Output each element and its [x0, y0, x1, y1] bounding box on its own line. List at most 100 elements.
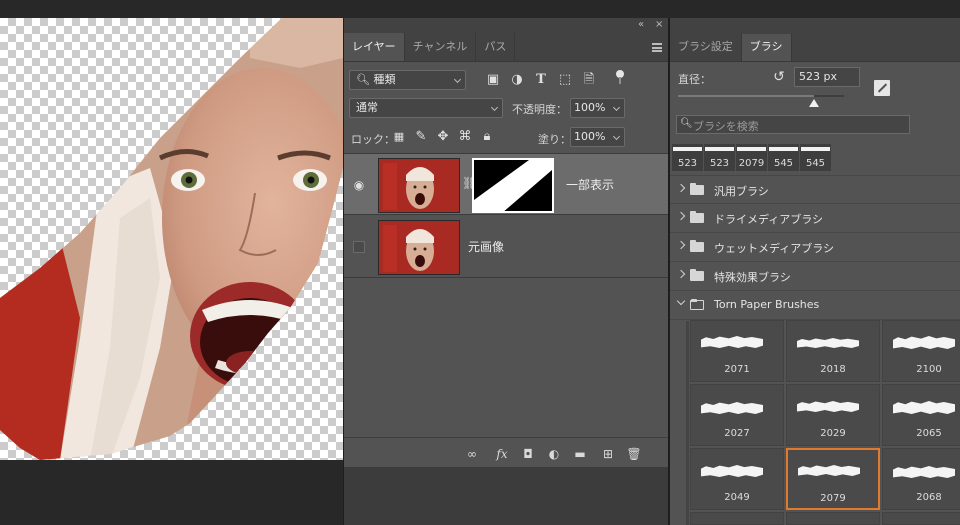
filter-toggle-icon[interactable] [616, 70, 624, 84]
brush-tab-row: ブラシ設定 ブラシ [670, 33, 960, 62]
brush-group-general[interactable]: 汎用ブラシ [670, 175, 960, 204]
application-top-bar [0, 0, 960, 18]
brush-preset-2100[interactable]: 2100 [882, 320, 960, 382]
brush-preset-2065[interactable]: 2065 [882, 384, 960, 446]
trash-icon[interactable]: 🗑︎ [626, 446, 642, 462]
document-canvas[interactable] [0, 18, 343, 460]
brush-preset-2027[interactable]: 2027 [690, 384, 784, 446]
brush-preset-2079[interactable]: 2079 [786, 448, 880, 510]
brush-preset-number: 2100 [916, 364, 942, 375]
smart-object-filter-icon[interactable]: 🗎 [582, 73, 596, 87]
adjustment-layer-filter-icon[interactable]: ◑ [510, 73, 524, 87]
brush-group-wet-media[interactable]: ウェットメディアブラシ [670, 233, 960, 262]
brush-preset-2049[interactable]: 2049 [690, 448, 784, 510]
brush-preset-number: 2071 [724, 364, 750, 375]
mask-link-chain-icon[interactable]: ⛓︎ [462, 176, 477, 192]
collapse-panels-icon[interactable]: « [638, 19, 644, 30]
layer-thumbnail[interactable] [378, 158, 460, 213]
chevron-right-icon[interactable] [676, 211, 686, 221]
brush-preset-2068[interactable]: 2068 [882, 448, 960, 510]
brush-group-dry-media[interactable]: ドライメディアブラシ [670, 204, 960, 233]
layer-name[interactable]: 一部表示 [566, 176, 614, 193]
brush-preset-number: 2027 [724, 428, 750, 439]
add-mask-icon[interactable]: ◘ [520, 446, 536, 462]
chevron-down-icon[interactable] [612, 132, 621, 141]
size-slider-fill [678, 95, 814, 97]
chevron-down-icon[interactable] [676, 296, 686, 306]
brush-preset-number: 2079 [820, 493, 846, 504]
recent-brush[interactable]: 523 [704, 144, 735, 171]
pixel-layer-filter-icon[interactable]: ▣ [486, 73, 500, 87]
size-value: 523 px [799, 70, 837, 83]
recent-brush[interactable]: 545 [800, 144, 831, 171]
lock-transparency-icon[interactable]: ▦ [392, 130, 406, 144]
recent-brush[interactable]: 523 [672, 144, 703, 171]
search-icon: 🔍︎ [680, 118, 693, 129]
brush-preset-2029[interactable]: 2029 [786, 384, 880, 446]
brush-preset-partial[interactable] [882, 512, 960, 525]
brush-preset-2071[interactable]: 2071 [690, 320, 784, 382]
layer-mask-thumbnail[interactable] [472, 158, 554, 213]
fx-icon[interactable]: fx [494, 446, 510, 462]
folder-icon [690, 183, 704, 195]
lock-position-icon[interactable]: ✥ [436, 130, 450, 144]
folder-icon [690, 240, 704, 252]
type-layer-filter-icon[interactable]: T [534, 73, 548, 87]
brush-preset-partial[interactable] [786, 512, 880, 525]
brush-tip-preview [798, 465, 860, 476]
tab-layers[interactable]: レイヤー [344, 33, 405, 61]
chevron-right-icon[interactable] [676, 269, 686, 279]
adjustment-layer-icon[interactable]: ◐ [546, 446, 562, 462]
blend-mode-dropdown[interactable]: 通常 [349, 98, 503, 118]
brush-search-input[interactable]: 🔍︎ ブラシを検索 [676, 115, 910, 134]
link-layers-icon[interactable]: ∞ [464, 446, 480, 462]
reset-size-icon[interactable]: ↺ [772, 70, 786, 84]
layer-filter-dropdown[interactable]: 🔍︎ 種類 [349, 70, 466, 90]
lock-artboard-icon[interactable]: ⌘ [458, 130, 472, 144]
shape-layer-filter-icon[interactable]: ⬚ [558, 73, 572, 87]
lock-all-icon[interactable]: 🔒︎ [480, 130, 494, 144]
panel-menu-icon[interactable] [652, 43, 662, 52]
new-layer-icon[interactable]: ⊞ [600, 446, 616, 462]
panel-header-strip [670, 18, 960, 34]
recent-brush[interactable]: 545 [768, 144, 799, 171]
chevron-down-icon[interactable] [612, 103, 621, 112]
size-slider-track[interactable] [678, 95, 844, 97]
new-brush-icon[interactable] [874, 80, 890, 96]
size-field[interactable]: 523 px [794, 67, 860, 87]
eye-icon[interactable]: ◉ [352, 178, 366, 192]
chevron-right-icon[interactable] [676, 240, 686, 250]
close-icon[interactable]: × [655, 19, 663, 30]
brush-preset-partial[interactable] [690, 512, 784, 525]
opacity-field[interactable]: 100% [570, 98, 625, 118]
fill-value: 100% [574, 130, 606, 143]
tab-brush-settings[interactable]: ブラシ設定 [670, 33, 742, 61]
brush-group-indent-line [686, 321, 689, 525]
visibility-toggle-empty[interactable] [353, 241, 365, 253]
tab-channels[interactable]: チャンネル [405, 33, 477, 61]
blend-mode-value: 通常 [356, 101, 378, 114]
visible-photo-strip [0, 18, 343, 460]
lock-image-pixels-icon[interactable]: ✎ [414, 130, 428, 144]
fill-field[interactable]: 100% [570, 127, 625, 147]
size-slider-handle[interactable] [809, 99, 819, 107]
brush-preset-number: 2065 [916, 428, 942, 439]
brush-tip-preview [701, 402, 763, 414]
chevron-right-icon[interactable] [676, 183, 686, 193]
brush-preset-number: 2049 [724, 492, 750, 503]
tab-paths[interactable]: パス [476, 33, 516, 61]
layer-row-partial-view[interactable]: ◉ ⛓︎ 一部表示 [344, 153, 669, 215]
open-folder-icon [690, 299, 704, 310]
layer-row-original-image[interactable]: 元画像 [344, 216, 669, 278]
folder-icon [690, 269, 704, 281]
brush-group-special-effects[interactable]: 特殊効果ブラシ [670, 262, 960, 291]
tab-brushes[interactable]: ブラシ [741, 33, 792, 61]
group-folder-icon[interactable]: ▬ [572, 446, 588, 462]
brush-group-torn-paper[interactable]: Torn Paper Brushes [670, 291, 960, 320]
brush-tip-preview [701, 465, 763, 477]
layer-thumbnail[interactable] [378, 220, 460, 275]
layer-name[interactable]: 元画像 [468, 238, 504, 255]
brush-preset-2018[interactable]: 2018 [786, 320, 880, 382]
recent-brush[interactable]: 2079 [736, 144, 767, 171]
chevron-down-icon [490, 103, 499, 112]
